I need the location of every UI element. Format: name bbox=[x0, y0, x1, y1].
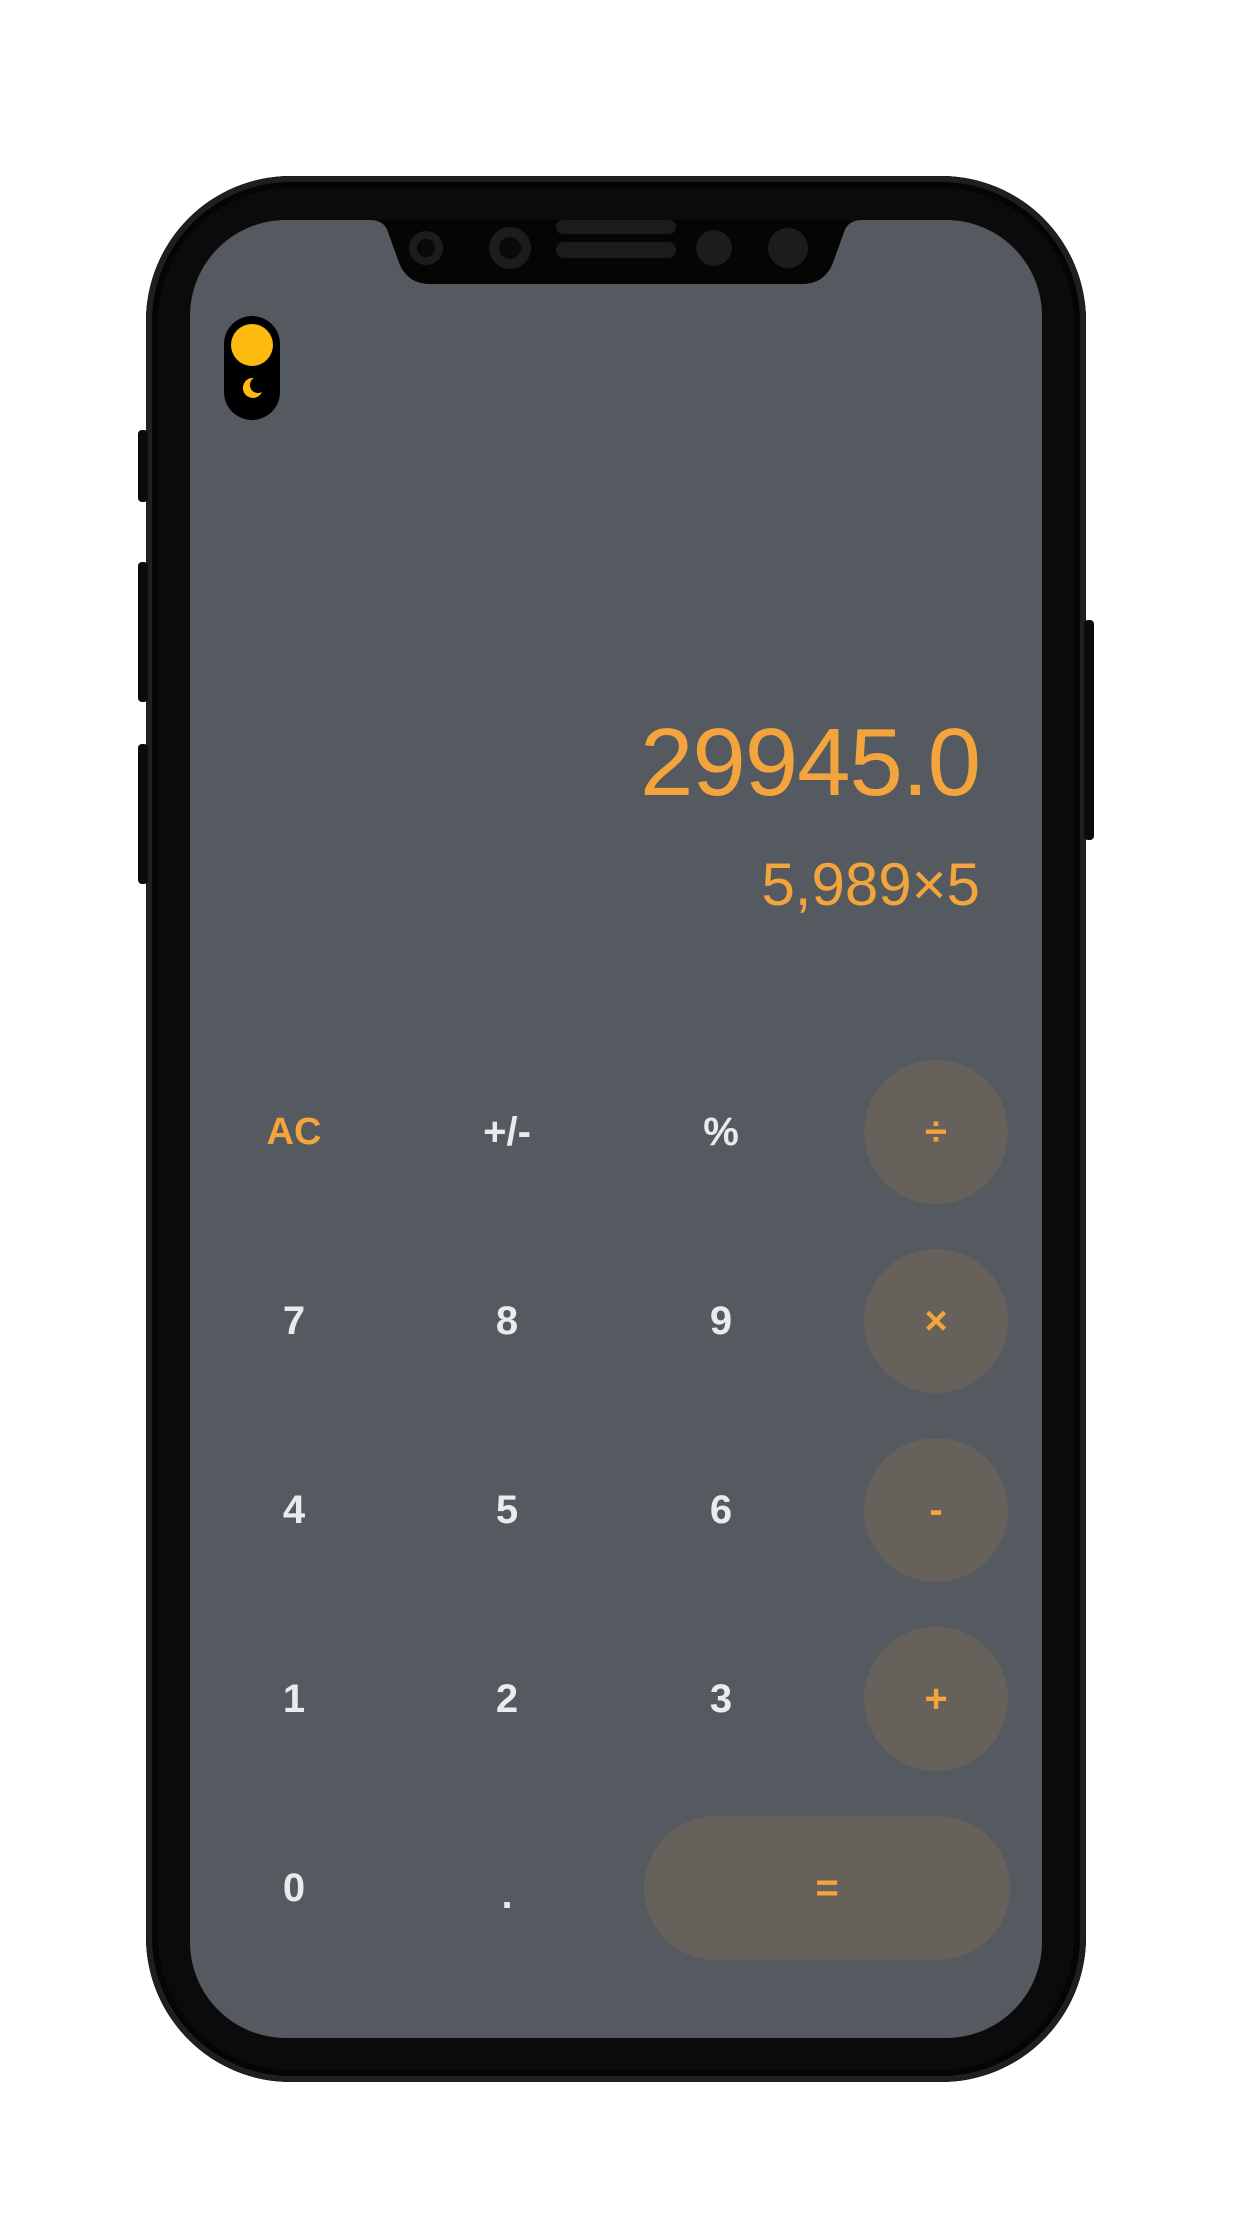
power-button bbox=[1084, 620, 1094, 840]
percent-button[interactable]: % bbox=[649, 1060, 793, 1204]
digit-9-button[interactable]: 9 bbox=[649, 1249, 793, 1393]
digit-0-button[interactable]: 0 bbox=[222, 1816, 366, 1960]
clear-button[interactable]: AC bbox=[222, 1060, 366, 1204]
subtract-button[interactable]: - bbox=[864, 1438, 1008, 1582]
display-result: 29945.0 bbox=[639, 709, 981, 816]
theme-toggle[interactable] bbox=[224, 316, 280, 420]
equals-button[interactable]: = bbox=[644, 1816, 1010, 1960]
digit-8-button[interactable]: 8 bbox=[435, 1249, 579, 1393]
digit-4-button[interactable]: 4 bbox=[222, 1438, 366, 1582]
divide-button[interactable]: ÷ bbox=[864, 1060, 1008, 1204]
digit-1-button[interactable]: 1 bbox=[222, 1627, 366, 1771]
digit-6-button[interactable]: 6 bbox=[649, 1438, 793, 1582]
multiply-button[interactable]: × bbox=[864, 1249, 1008, 1393]
display-expression: 5,989×5 bbox=[761, 851, 980, 918]
moon-icon bbox=[238, 374, 266, 402]
mute-switch bbox=[138, 430, 148, 502]
volume-up-button bbox=[138, 562, 148, 702]
digit-2-button[interactable]: 2 bbox=[435, 1627, 579, 1771]
add-button[interactable]: + bbox=[864, 1627, 1008, 1771]
notch bbox=[370, 220, 862, 284]
sign-toggle-button[interactable]: +/- bbox=[435, 1060, 579, 1204]
decimal-button[interactable]: . bbox=[435, 1816, 579, 1960]
digit-7-button[interactable]: 7 bbox=[222, 1249, 366, 1393]
digit-5-button[interactable]: 5 bbox=[435, 1438, 579, 1582]
toggle-knob bbox=[231, 324, 273, 366]
volume-down-button bbox=[138, 744, 148, 884]
phone-frame: 29945.0 5,989×5 AC +/- % ÷ 7 8 9 × 4 5 6… bbox=[138, 176, 1094, 2082]
calculator-screen: 29945.0 5,989×5 AC +/- % ÷ 7 8 9 × 4 5 6… bbox=[190, 220, 1042, 2038]
digit-3-button[interactable]: 3 bbox=[649, 1627, 793, 1771]
